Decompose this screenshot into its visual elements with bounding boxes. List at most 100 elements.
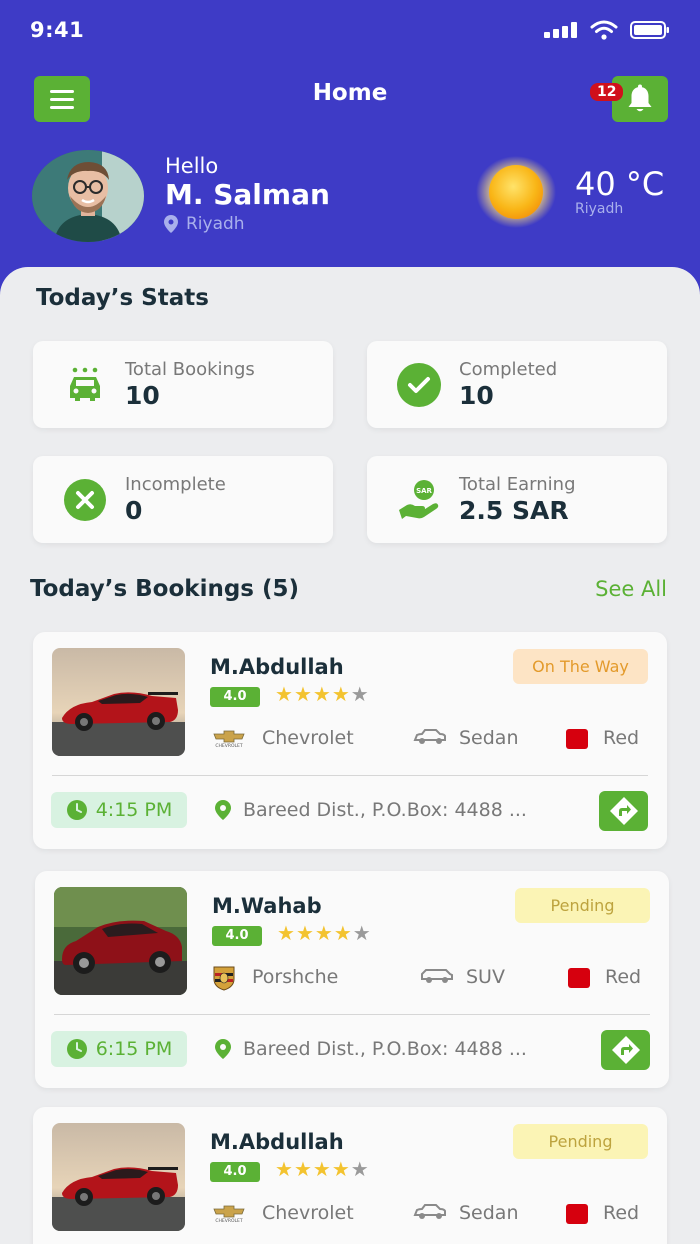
car-details: CHEVROLET Chevrolet Sedan Red [210, 726, 650, 752]
booking-time-chip: 6:15 PM [51, 1031, 187, 1067]
car-photo [52, 1123, 185, 1231]
star-filled-icon: ★ [331, 682, 351, 706]
see-all-link[interactable]: See All [595, 577, 667, 601]
chevrolet-logo: CHEVROLET [210, 1201, 250, 1227]
wifi-icon [590, 20, 618, 40]
booking-card[interactable]: M.Wahab 4.0 ★★★★★ Pending Porshche SUV R… [35, 871, 669, 1088]
stat-card-total-bookings[interactable]: Total Bookings 10 [33, 341, 333, 428]
clock-icon [66, 1039, 87, 1059]
app-header: 9:41 Home 12 Hello M. Salman Riyadh 40 °… [0, 0, 700, 300]
user-location-text: Riyadh [186, 214, 245, 234]
star-empty-icon: ★ [350, 1157, 370, 1181]
notification-count-badge: 12 [590, 83, 624, 101]
stat-label: Incomplete [125, 474, 226, 495]
greeting-text: Hello [165, 154, 219, 178]
notifications-button[interactable] [612, 76, 668, 122]
booking-card[interactable]: M.Abdullah 4.0 ★★★★★ Pending CHEVROLET C… [33, 1107, 667, 1244]
temperature: 40 °C [575, 165, 665, 203]
status-bar: 9:41 [0, 0, 700, 62]
car-photo [54, 887, 187, 995]
booking-card[interactable]: M.Abdullah 4.0 ★★★★★ On The Way CHEVROLE… [33, 632, 667, 849]
car-front-icon [63, 363, 107, 407]
star-empty-icon: ★ [352, 921, 372, 945]
rating-badge: 4.0 [210, 687, 260, 707]
car-color: Red [603, 1202, 640, 1224]
stat-value: 10 [459, 381, 494, 410]
booking-time-chip: 4:15 PM [51, 792, 187, 828]
star-filled-icon: ★ [277, 921, 296, 945]
car-type: Sedan [459, 727, 519, 749]
user-photo [32, 150, 144, 242]
stat-card-incomplete[interactable]: Incomplete 0 [33, 456, 333, 543]
car-details: Porshche SUV Red [212, 965, 652, 991]
location-pin-icon [215, 800, 231, 820]
directions-icon [609, 797, 638, 825]
car-brand: Chevrolet [262, 727, 354, 749]
stat-label: Total Earning [459, 474, 576, 495]
stat-card-completed[interactable]: Completed 10 [367, 341, 667, 428]
svg-text:SAR: SAR [416, 487, 432, 495]
star-rating: ★★★★★ [275, 682, 370, 706]
sedan-car-icon [413, 1204, 446, 1219]
check-circle-icon [397, 363, 441, 407]
car-brand: Chevrolet [262, 1202, 354, 1224]
bookings-section-title: Today’s Bookings (5) [30, 576, 300, 602]
stat-value: 2.5 SAR [459, 496, 569, 525]
car-color: Red [605, 966, 642, 988]
avatar[interactable] [32, 150, 144, 242]
star-filled-icon: ★ [333, 921, 353, 945]
rating-badge: 4.0 [210, 1162, 260, 1182]
stat-value: 0 [125, 496, 143, 525]
car-photo [52, 648, 185, 756]
card-divider [52, 775, 648, 776]
directions-icon [611, 1036, 640, 1064]
star-filled-icon: ★ [312, 1157, 332, 1181]
car-type: SUV [466, 966, 505, 988]
stat-value: 10 [125, 381, 160, 410]
booking-time: 6:15 PM [95, 1038, 173, 1060]
booking-address: Bareed Dist., P.O.Box: 4488 ... [215, 1038, 527, 1060]
stat-label: Completed [459, 359, 558, 380]
x-circle-icon [63, 478, 107, 522]
car-details: CHEVROLET Chevrolet Sedan Red [210, 1201, 650, 1227]
stat-card-total-earning[interactable]: SAR Total Earning 2.5 SAR [367, 456, 667, 543]
car-brand: Porshche [252, 966, 339, 988]
location-pin-icon [164, 215, 178, 233]
stat-label: Total Bookings [125, 359, 255, 380]
chevrolet-logo: CHEVROLET [210, 726, 250, 752]
star-filled-icon: ★ [312, 682, 332, 706]
star-filled-icon: ★ [314, 921, 334, 945]
user-location: Riyadh [164, 214, 245, 234]
booking-address-text: Bareed Dist., P.O.Box: 4488 ... [243, 1038, 527, 1060]
booking-time: 4:15 PM [95, 799, 173, 821]
status-badge: Pending [515, 888, 650, 923]
status-badge: On The Way [513, 649, 648, 684]
user-name: M. Salman [165, 178, 330, 211]
star-filled-icon: ★ [293, 682, 313, 706]
car-color-swatch [566, 729, 588, 749]
bell-icon [628, 84, 652, 112]
clock-icon [66, 800, 87, 820]
rating-badge: 4.0 [212, 926, 262, 946]
weather-city: Riyadh [575, 201, 624, 217]
customer-name: M.Abdullah [210, 655, 344, 679]
star-filled-icon: ★ [275, 682, 294, 706]
status-badge: Pending [513, 1124, 648, 1159]
directions-button[interactable] [599, 791, 648, 831]
star-filled-icon: ★ [295, 921, 315, 945]
status-time: 9:41 [30, 18, 85, 42]
booking-address: Bareed Dist., P.O.Box: 4488 ... [215, 799, 527, 821]
sar-hand-icon: SAR [397, 478, 441, 522]
status-icons [544, 20, 670, 40]
porsche-logo [212, 965, 252, 991]
directions-button[interactable] [601, 1030, 650, 1070]
stats-section-title: Today’s Stats [36, 285, 209, 311]
star-empty-icon: ★ [350, 682, 370, 706]
svg-text:CHEVROLET: CHEVROLET [215, 1218, 242, 1223]
star-filled-icon: ★ [293, 1157, 313, 1181]
sedan-car-icon [413, 729, 446, 744]
customer-name: M.Wahab [212, 894, 322, 918]
signal-icon [544, 22, 577, 38]
car-color-swatch [568, 968, 590, 988]
suv-car-icon [421, 969, 453, 983]
